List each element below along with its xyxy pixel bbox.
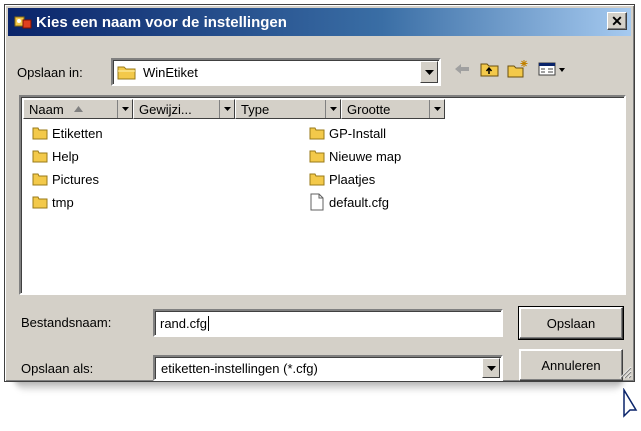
save-as-type-combo[interactable]: etiketten-instellingen (*.cfg) [153, 355, 503, 381]
text-caret [207, 315, 209, 331]
save-dialog: Kies een naam voor de instellingen ✕ Ops… [4, 4, 635, 382]
column-header-name[interactable]: Naam [23, 99, 133, 119]
dialog-title: Kies een naam voor de instellingen [36, 13, 287, 31]
file-list[interactable]: Naam Gewijzi... Type Grootte Etiketten H… [19, 95, 626, 295]
close-button[interactable]: ✕ [607, 12, 627, 30]
title-bar[interactable]: Kies een naam voor de instellingen ✕ [8, 8, 631, 36]
folder-icon [31, 193, 49, 211]
chevron-down-icon [424, 63, 434, 81]
column-filter-dropdown[interactable] [219, 100, 234, 118]
sort-ascending-icon [73, 106, 83, 112]
up-folder-icon [480, 60, 500, 83]
column-filter-dropdown[interactable] [429, 100, 444, 118]
save-in-combo[interactable]: WinEtiket [111, 58, 441, 86]
file-icon [308, 193, 326, 211]
list-item[interactable]: tmp [31, 192, 74, 212]
column-headers: Naam Gewijzi... Type Grootte [23, 99, 445, 119]
resize-grip[interactable] [618, 365, 632, 379]
back-button[interactable] [451, 61, 473, 81]
list-item[interactable]: Etiketten [31, 123, 103, 143]
save-in-dropdown-button[interactable] [420, 61, 438, 83]
up-one-level-button[interactable] [479, 61, 501, 81]
list-item[interactable]: GP-Install [308, 123, 386, 143]
list-item[interactable]: Nieuwe map [308, 146, 401, 166]
save-as-type-label: Opslaan als: [21, 361, 94, 376]
folder-icon [31, 147, 49, 165]
folder-icon [31, 170, 49, 188]
list-item[interactable]: Help [31, 146, 79, 166]
save-in-label: Opslaan in: [17, 65, 83, 80]
filename-input[interactable]: rand.cfg [153, 309, 503, 337]
filename-label: Bestandsnaam: [21, 315, 112, 330]
cancel-button[interactable]: Annuleren [519, 349, 623, 381]
column-header-modified[interactable]: Gewijzi... [133, 99, 235, 119]
app-settings-icon [14, 13, 32, 31]
list-item[interactable]: Plaatjes [308, 169, 375, 189]
view-menu-icon [538, 62, 568, 81]
folder-icon [31, 124, 49, 142]
column-header-type[interactable]: Type [235, 99, 341, 119]
filename-value: rand.cfg [160, 315, 207, 331]
list-item[interactable]: default.cfg [308, 192, 389, 212]
column-header-size[interactable]: Grootte [341, 99, 445, 119]
back-arrow-icon [453, 62, 471, 81]
new-folder-icon [507, 59, 529, 84]
new-folder-button[interactable] [507, 59, 529, 84]
save-as-type-dropdown-button[interactable] [482, 358, 500, 378]
folder-icon [117, 63, 137, 81]
list-item[interactable]: Pictures [31, 169, 99, 189]
view-menu-button[interactable] [537, 61, 569, 81]
chevron-down-icon [486, 359, 496, 377]
close-icon: ✕ [611, 13, 623, 29]
column-filter-dropdown[interactable] [117, 100, 132, 118]
save-as-type-value: etiketten-instellingen (*.cfg) [161, 360, 318, 376]
save-in-value: WinEtiket [143, 64, 198, 80]
save-button[interactable]: Opslaan [518, 306, 624, 340]
folder-icon [308, 147, 326, 165]
folder-icon [308, 124, 326, 142]
folder-icon [308, 170, 326, 188]
column-filter-dropdown[interactable] [325, 100, 340, 118]
mouse-cursor-icon [622, 387, 638, 420]
